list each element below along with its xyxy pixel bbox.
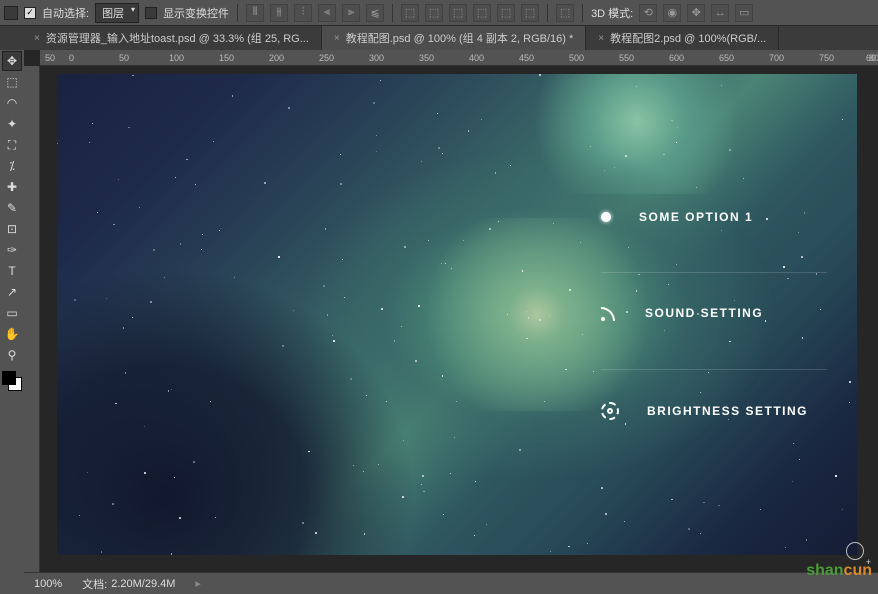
ruler-tick: 300 — [369, 53, 384, 63]
ruler-tick: 60 — [866, 53, 876, 63]
stamp-tool-icon[interactable]: ⊡ — [2, 219, 22, 239]
document-tabs: × 资源管理器_输入地址toast.psd @ 33.3% (组 25, RG.… — [0, 26, 878, 50]
distribute-right-icon[interactable]: ⬚ — [521, 4, 539, 22]
menu-label: SOME OPTION 1 — [639, 210, 753, 224]
align-left-icon[interactable]: ⫷ — [318, 4, 336, 22]
layer-dropdown[interactable]: 图层 — [95, 3, 139, 23]
tab-label: 教程配图2.psd @ 100%(RGB/... — [610, 30, 766, 46]
distribute-left-icon[interactable]: ⬚ — [473, 4, 491, 22]
text-tool-icon[interactable]: T — [2, 261, 22, 281]
align-right-icon[interactable]: ⫹ — [366, 4, 384, 22]
3d-slide-icon[interactable]: ↔ — [711, 4, 729, 22]
tab-1[interactable]: × 资源管理器_输入地址toast.psd @ 33.3% (组 25, RG.… — [22, 26, 322, 50]
align-top-icon[interactable]: ⫴ — [246, 4, 264, 22]
mode3d-label: 3D 模式: — [591, 5, 633, 21]
ruler-tick: 50 — [45, 53, 55, 63]
doc-size-label: 文档: — [82, 576, 107, 592]
color-swatches[interactable] — [0, 371, 24, 399]
tool-preset-icon[interactable] — [4, 6, 18, 20]
align-bottom-icon[interactable]: ⫶ — [294, 4, 312, 22]
sound-icon — [601, 305, 617, 321]
path-tool-icon[interactable]: ↗ — [2, 282, 22, 302]
ruler-tick: 550 — [619, 53, 634, 63]
status-bar: 100% 文档: 2.20M/29.4M ▸ — [24, 572, 878, 594]
3d-roll-icon[interactable]: ◉ — [663, 4, 681, 22]
auto-select-label: 自动选择: — [42, 5, 89, 21]
heal-tool-icon[interactable]: ✚ — [2, 177, 22, 197]
distribute-hcenter-icon[interactable]: ⬚ — [497, 4, 515, 22]
ruler-tick: 250 — [319, 53, 334, 63]
auto-select-checkbox[interactable]: ✓ — [24, 7, 36, 19]
tab-label: 资源管理器_输入地址toast.psd @ 33.3% (组 25, RG... — [46, 30, 309, 46]
ruler-tick: 400 — [469, 53, 484, 63]
align-vcenter-icon[interactable]: ⫵ — [270, 4, 288, 22]
align-hcenter-icon[interactable]: ⫸ — [342, 4, 360, 22]
menu-label: SOUND SETTING — [645, 306, 763, 320]
workspace: 50 0 50 100 150 200 250 300 350 400 450 500 550 600 6… — [24, 50, 878, 572]
ruler-tick: 200 — [269, 53, 284, 63]
ruler-tick: 100 — [169, 53, 184, 63]
ruler-tick: 700 — [769, 53, 784, 63]
separator — [582, 4, 583, 22]
ruler-tick: 50 — [119, 53, 129, 63]
close-icon[interactable]: × — [34, 33, 40, 44]
show-transform-checkbox[interactable] — [145, 7, 157, 19]
zoom-tool-icon[interactable]: ⚲ — [2, 345, 22, 365]
separator — [547, 4, 548, 22]
hand-tool-icon[interactable]: ✋ — [2, 324, 22, 344]
crop-tool-icon[interactable]: ⛶ — [2, 135, 22, 155]
menu-brightness[interactable]: BRIGHTNESS SETTING — [601, 369, 827, 420]
settings-menu: SOME OPTION 1 SOUND SETTING BRIGHTNESS S… — [561, 74, 857, 555]
eyedropper-tool-icon[interactable]: ⁒ — [2, 156, 22, 176]
close-icon[interactable]: × — [334, 33, 340, 44]
ruler-tick: 650 — [719, 53, 734, 63]
menu-option-1[interactable]: SOME OPTION 1 — [601, 210, 827, 224]
separator — [237, 4, 238, 22]
menu-sound[interactable]: SOUND SETTING — [601, 272, 827, 321]
menu-label: BRIGHTNESS SETTING — [647, 404, 808, 418]
wand-tool-icon[interactable]: ✦ — [2, 114, 22, 134]
close-icon[interactable]: × — [598, 33, 604, 44]
tools-panel: ✥ ⬚ ◠ ✦ ⛶ ⁒ ✚ ✎ ⊡ ✑ T ↗ ▭ ✋ ⚲ — [0, 50, 24, 399]
ruler-tick: 0 — [69, 53, 74, 63]
zoom-value[interactable]: 100% — [34, 578, 62, 590]
ruler-tick: 500 — [569, 53, 584, 63]
auto-align-icon[interactable]: ⬚ — [556, 4, 574, 22]
3d-orbit-icon[interactable]: ⟲ — [639, 4, 657, 22]
dot-icon — [601, 212, 611, 222]
distribute-bottom-icon[interactable]: ⬚ — [449, 4, 467, 22]
watermark-a: shan — [806, 562, 843, 579]
fg-color-swatch[interactable] — [2, 371, 16, 385]
shape-tool-icon[interactable]: ▭ — [2, 303, 22, 323]
ruler-horizontal[interactable]: 50 0 50 100 150 200 250 300 350 400 450 500 550 600 6… — [40, 50, 878, 66]
tab-3[interactable]: × 教程配图2.psd @ 100%(RGB/... — [586, 26, 779, 50]
distribute-top-icon[interactable]: ⬚ — [401, 4, 419, 22]
ruler-tick: 600 — [669, 53, 684, 63]
tab-label: 教程配图.psd @ 100% (组 4 副本 2, RGB/16) * — [346, 30, 574, 46]
brush-tool-icon[interactable]: ✎ — [2, 198, 22, 218]
pen-tool-icon[interactable]: ✑ — [2, 240, 22, 260]
status-arrow-icon[interactable]: ▸ — [195, 577, 201, 590]
watermark-b: cun — [844, 562, 872, 579]
move-tool-icon[interactable]: ✥ — [2, 51, 22, 71]
lasso-tool-icon[interactable]: ◠ — [2, 93, 22, 113]
separator — [392, 4, 393, 22]
show-transform-label: 显示变换控件 — [163, 5, 229, 21]
ruler-tick: 450 — [519, 53, 534, 63]
3d-pan-icon[interactable]: ✥ — [687, 4, 705, 22]
ruler-vertical[interactable] — [24, 66, 40, 572]
ruler-tick: 150 — [219, 53, 234, 63]
3d-camera-icon[interactable]: ▭ — [735, 4, 753, 22]
tab-2[interactable]: × 教程配图.psd @ 100% (组 4 副本 2, RGB/16) * — [322, 26, 586, 50]
doc-size-value: 2.20M/29.4M — [111, 578, 175, 590]
watermark: shancun — [806, 562, 872, 580]
distribute-vcenter-icon[interactable]: ⬚ — [425, 4, 443, 22]
marquee-tool-icon[interactable]: ⬚ — [2, 72, 22, 92]
canvas[interactable]: SOME OPTION 1 SOUND SETTING BRIGHTNESS S… — [57, 74, 857, 555]
options-bar: ✓ 自动选择: 图层 显示变换控件 ⫴ ⫵ ⫶ ⫷ ⫸ ⫹ ⬚ ⬚ ⬚ ⬚ ⬚ … — [0, 0, 878, 26]
ruler-tick: 750 — [819, 53, 834, 63]
brightness-icon — [601, 402, 619, 420]
ruler-tick: 350 — [419, 53, 434, 63]
